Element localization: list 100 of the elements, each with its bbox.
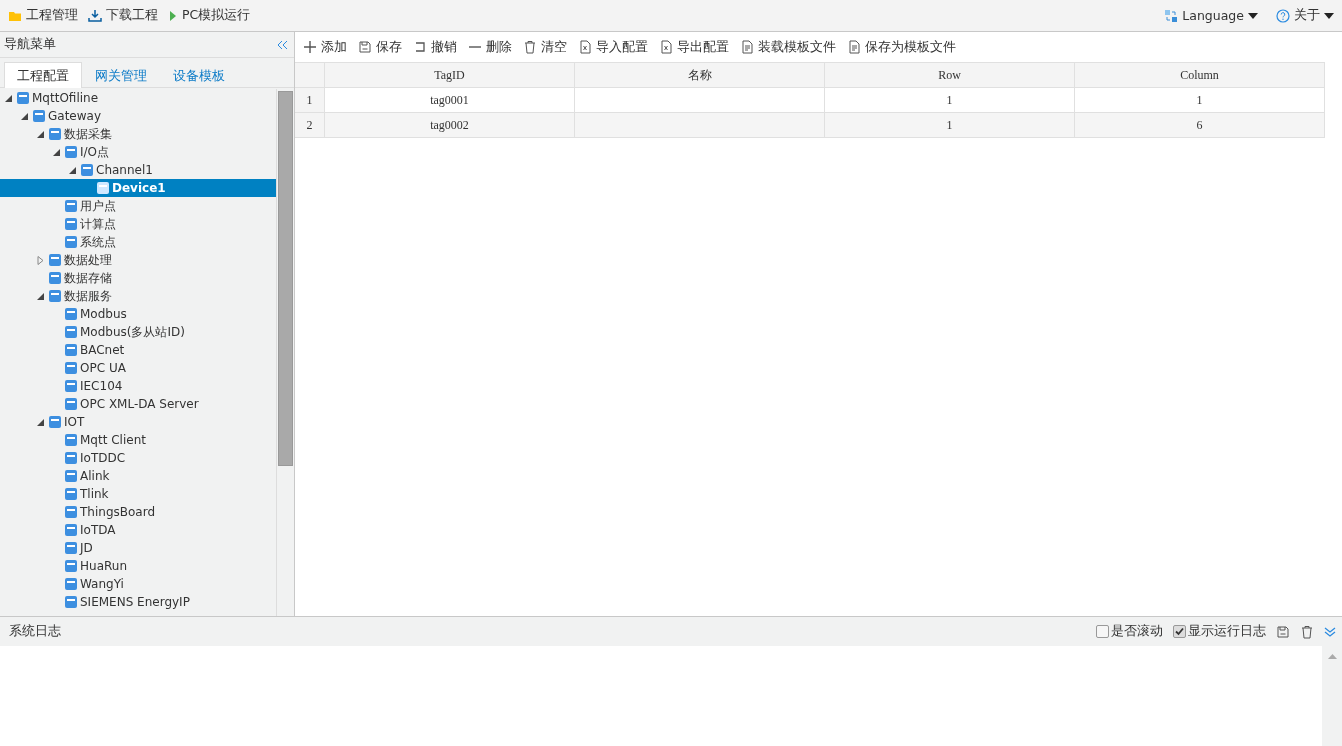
tree-item[interactable]: 系统点 [0,233,276,251]
toolbar-button[interactable]: 清空 [523,38,567,56]
node-icon [64,217,78,231]
menu-button[interactable]: 工程管理 [8,7,78,24]
tree-item[interactable]: Modbus [0,305,276,323]
document-icon [847,40,861,54]
document-icon [740,40,754,54]
expanded-toggle-icon[interactable] [4,94,12,102]
tree-item[interactable]: 数据采集 [0,125,276,143]
excel-file-icon [659,40,673,54]
node-icon [96,181,110,195]
checkbox-option[interactable]: 显示运行日志 [1173,623,1266,640]
tree-item[interactable]: HuaRun [0,557,276,575]
checkbox[interactable] [1173,625,1186,638]
node-icon [64,505,78,519]
play-icon [168,8,178,23]
dropdown-button[interactable]: 关于 [1276,7,1334,24]
help-icon [1276,8,1290,23]
caret-icon [1248,12,1258,19]
tree-item[interactable]: 数据服务 [0,287,276,305]
language-icon [1164,8,1179,23]
table-cell: tag0001 [325,88,575,113]
scrollbar[interactable] [1322,646,1342,746]
trash-icon [1300,624,1314,639]
node-icon [64,433,78,447]
checkbox[interactable] [1096,625,1109,638]
save-icon [358,40,372,54]
node-icon [32,109,46,123]
toolbar-button[interactable]: 保存为模板文件 [847,38,956,56]
sidebar-tab[interactable]: 工程配置 [4,62,82,88]
tree-item[interactable]: Modbus(多从站ID) [0,323,276,341]
tree-item[interactable]: IOT [0,413,276,431]
tree-item[interactable]: 用户点 [0,197,276,215]
tree-item[interactable]: WangYi [0,575,276,593]
node-icon [64,487,78,501]
table-cell: 6 [1075,113,1325,138]
toolbar-button[interactable]: 撤销 [413,38,457,56]
tree-item[interactable]: IEC104 [0,377,276,395]
collapse-down-icon[interactable] [1324,625,1336,638]
toolbar-button[interactable]: 装载模板文件 [740,38,836,56]
sidebar-title: 导航菜单 [4,36,56,53]
toolbar-button[interactable]: 导入配置 [578,38,648,56]
node-icon [64,361,78,375]
expanded-toggle-icon[interactable] [68,166,76,174]
toolbar-button[interactable]: 导出配置 [659,38,729,56]
node-icon [48,253,62,267]
toolbar-button[interactable]: 保存 [358,38,402,56]
trash-icon [523,40,537,54]
tree-item[interactable]: JD [0,539,276,557]
node-icon [64,235,78,249]
table-cell: 1 [1075,88,1325,113]
menu-button[interactable]: 下载工程 [88,7,158,24]
node-icon [64,379,78,393]
plus-icon [303,40,317,54]
collapse-icon[interactable] [277,39,288,50]
menu-button[interactable]: PC模拟运行 [168,7,251,24]
node-icon [64,523,78,537]
tree-item[interactable]: IoTDDC [0,449,276,467]
tree-item[interactable]: MqttOfiline [0,89,276,107]
excel-file-icon [578,40,592,54]
tree-item[interactable]: 数据存储 [0,269,276,287]
expanded-toggle-icon[interactable] [36,418,44,426]
checkbox-option[interactable]: 是否滚动 [1096,623,1163,640]
tree-item[interactable]: SIEMENS EnergyIP [0,593,276,611]
expanded-toggle-icon[interactable] [36,292,44,300]
node-icon [80,163,94,177]
download-icon [88,8,102,23]
node-icon [64,559,78,573]
tree-item[interactable]: ThingsBoard [0,503,276,521]
expanded-toggle-icon[interactable] [36,130,44,138]
scrollbar[interactable] [276,89,294,616]
tree-item[interactable]: BACnet [0,341,276,359]
header-cell: 名称 [575,62,825,88]
tree-item[interactable]: 数据处理 [0,251,276,269]
node-icon [64,145,78,159]
tree-item[interactable]: OPC XML-DA Server [0,395,276,413]
node-icon [64,325,78,339]
tree-item[interactable]: Alink [0,467,276,485]
tree-item[interactable]: Tlink [0,485,276,503]
tree-item[interactable]: Device1 [0,179,276,197]
tree-item[interactable]: Gateway [0,107,276,125]
expanded-toggle-icon[interactable] [52,148,60,156]
expanded-toggle-icon[interactable] [20,112,28,120]
tree-item[interactable]: Mqtt Client [0,431,276,449]
tree-item[interactable]: IoTDA [0,521,276,539]
tree-item[interactable]: OPC UA [0,359,276,377]
table-cell: tag0002 [325,113,575,138]
sidebar-tab[interactable]: 设备模板 [160,62,238,88]
log-title: 系统日志 [9,623,61,640]
dropdown-button[interactable]: Language [1164,8,1258,23]
tree-item[interactable]: Channel1 [0,161,276,179]
toolbar-button[interactable]: 添加 [303,38,347,56]
row-number: 2 [295,113,325,138]
header-cell: Column [1075,62,1325,88]
node-icon [16,91,30,105]
collapsed-toggle-icon[interactable] [36,255,44,265]
tree-item[interactable]: 计算点 [0,215,276,233]
toolbar-button[interactable]: 删除 [468,38,512,56]
sidebar-tab[interactable]: 网关管理 [82,62,160,88]
tree-item[interactable]: I/O点 [0,143,276,161]
